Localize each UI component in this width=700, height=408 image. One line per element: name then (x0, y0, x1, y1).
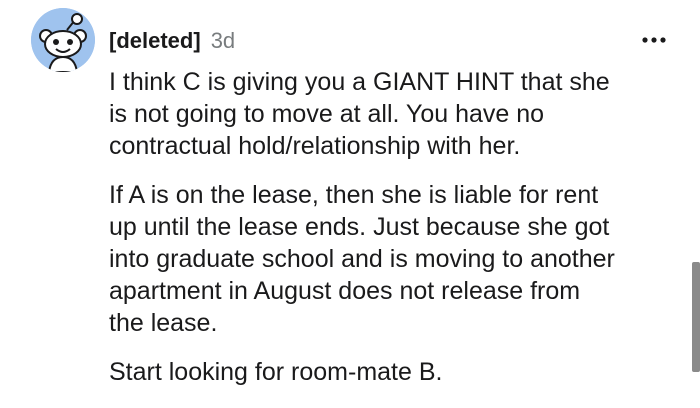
comment-card: [deleted] 3d I think C is giving you a GI… (0, 0, 700, 408)
comment-meta: [deleted] 3d (109, 26, 235, 56)
comment-paragraph: Start looking for room-mate B. (109, 358, 443, 386)
snoo-avatar-icon (31, 8, 95, 72)
comment-paragraph: I think C is giving you a GIANT HINT tha… (109, 68, 610, 160)
author-name[interactable]: [deleted] (109, 28, 201, 53)
scrollbar-thumb[interactable] (692, 262, 700, 372)
user-avatar[interactable] (31, 8, 95, 72)
comment-body: I think C is giving you a GIANT HINT tha… (109, 66, 679, 405)
more-options-icon (642, 37, 666, 43)
comment-age: 3d (210, 28, 236, 53)
comment-paragraph: If A is on the lease, then she is liable… (109, 181, 615, 337)
more-options-button[interactable] (640, 30, 668, 50)
